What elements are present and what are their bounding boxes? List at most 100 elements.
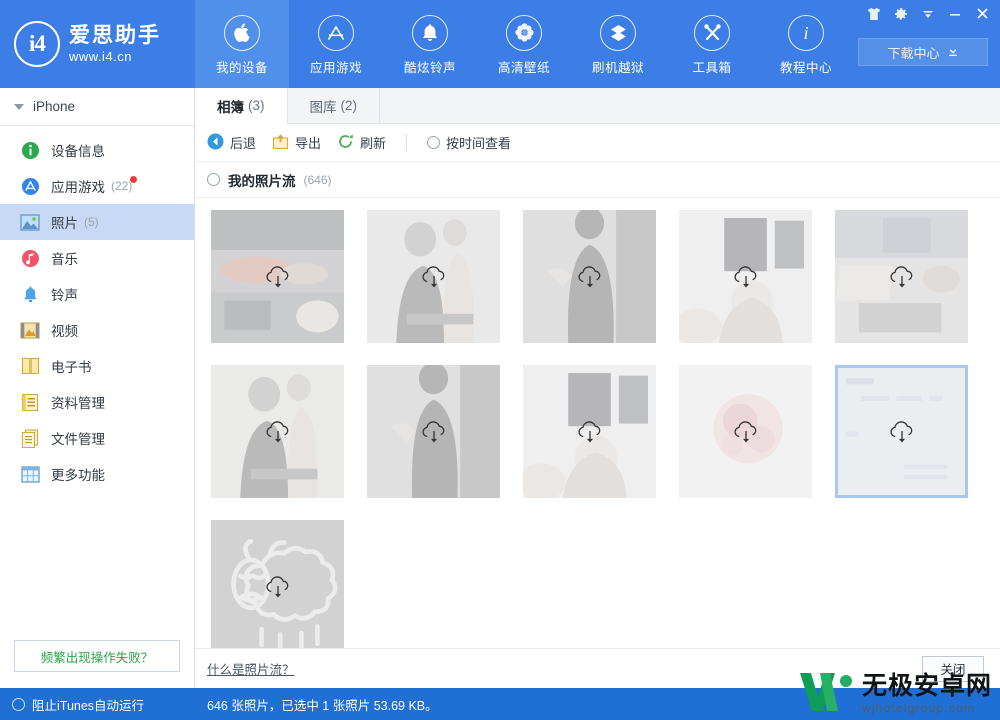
tab-gallery[interactable]: 图库 (2) <box>288 88 380 123</box>
close-button[interactable]: 关闭 <box>922 655 984 682</box>
album-count: (646) <box>303 172 332 187</box>
sidebar-count: (5) <box>84 215 99 229</box>
sidebar-label: 应用游戏 <box>51 180 105 195</box>
gear-icon[interactable] <box>894 7 908 21</box>
video-film-icon <box>20 320 40 340</box>
nav-item-jailbreak[interactable]: 刷机越狱 <box>571 0 665 88</box>
export-button[interactable]: 导出 <box>272 133 321 153</box>
status-bar: 阻止iTunes自动运行 646 张照片，已选中 1 张照片 53.69 KB。 <box>0 688 1000 720</box>
flower-icon <box>506 14 542 51</box>
what-is-photostream-link[interactable]: 什么是照片流？ <box>207 659 295 678</box>
photo-grid <box>211 210 984 648</box>
info-icon: i <box>788 14 824 51</box>
nav-label: 刷机越狱 <box>591 60 644 75</box>
more-grid-icon <box>20 464 40 484</box>
sidebar-item-device-info[interactable]: 设备信息 <box>0 132 194 168</box>
album-name: 我的照片流 <box>228 173 296 189</box>
cloud-download-icon <box>887 419 917 445</box>
sidebar-item-apps-games[interactable]: 应用游戏 (22) <box>0 168 194 204</box>
tab-label: 相簿 <box>217 99 244 115</box>
sidebar-label: 电子书 <box>51 360 92 375</box>
book-icon <box>20 356 40 376</box>
album-radio-icon[interactable] <box>207 173 220 186</box>
sidebar-count: (22) <box>111 179 133 193</box>
cloud-download-icon <box>731 419 761 445</box>
nav-item-my-device[interactable]: 我的设备 <box>195 0 289 88</box>
nav-label: 酷炫铃声 <box>403 60 456 75</box>
export-icon <box>272 133 289 153</box>
sidebar-item-file-manage[interactable]: 文件管理 <box>0 420 194 456</box>
refresh-icon <box>337 133 354 153</box>
sidebar-item-ebook[interactable]: 电子书 <box>0 348 194 384</box>
cloud-download-icon <box>575 419 605 445</box>
photo-thumbnail[interactable] <box>523 210 656 343</box>
cloud-download-icon <box>263 574 293 600</box>
photo-thumbnail[interactable] <box>679 365 812 498</box>
info-circle-icon <box>20 140 40 160</box>
top-nav: 我的设备 应用游戏 酷炫铃声 高清壁纸 刷机越狱 工具箱 i 教程中心 <box>195 0 853 88</box>
cloud-download-icon <box>419 419 449 445</box>
photo-thumbnail[interactable] <box>835 210 968 343</box>
sidebar-item-ringtone[interactable]: 铃声 <box>0 276 194 312</box>
photo-icon <box>20 212 40 232</box>
minimize-icon[interactable] <box>948 7 962 21</box>
photo-thumbnail-selected[interactable] <box>835 365 968 498</box>
download-center-button[interactable]: 下载中心 <box>858 38 988 66</box>
cloud-download-icon <box>575 264 605 290</box>
cloud-download-icon <box>419 264 449 290</box>
bell-icon <box>412 14 448 51</box>
album-header[interactable]: 我的照片流 (646) <box>195 162 1000 198</box>
sidebar-label: 铃声 <box>51 288 78 303</box>
sidebar-item-photos[interactable]: 照片 (5) <box>0 204 194 240</box>
photo-thumbnail[interactable] <box>211 365 344 498</box>
brand-area: i4 爱思助手 www.i4.cn <box>0 0 195 88</box>
sidebar-item-video[interactable]: 视频 <box>0 312 194 348</box>
view-by-time-radio[interactable]: 按时间查看 <box>427 133 511 152</box>
nav-item-wallpapers[interactable]: 高清壁纸 <box>477 0 571 88</box>
sidebar-label: 设备信息 <box>51 144 105 159</box>
radio-circle-icon <box>427 136 441 149</box>
block-itunes-toggle[interactable]: 阻止iTunes自动运行 <box>0 695 195 714</box>
nav-item-toolbox[interactable]: 工具箱 <box>665 0 759 88</box>
back-label: 后退 <box>230 136 257 151</box>
download-arrow-icon <box>947 45 959 60</box>
download-center-label: 下载中心 <box>887 45 940 61</box>
tab-albums[interactable]: 相簿 (3) <box>195 88 288 124</box>
photo-thumbnail[interactable] <box>523 365 656 498</box>
block-itunes-label: 阻止iTunes自动运行 <box>32 698 145 713</box>
export-label: 导出 <box>295 136 322 151</box>
sidebar-list: 设备信息 应用游戏 (22) 照片 (5) 音乐 铃声 视频 电子书 资料管理 … <box>0 126 194 640</box>
sidebar-item-more[interactable]: 更多功能 <box>0 456 194 492</box>
nav-label: 工具箱 <box>692 60 732 75</box>
caret-down-icon <box>14 103 24 110</box>
nav-item-apps-games[interactable]: 应用游戏 <box>289 0 383 88</box>
tab-bar: 相簿 (3) 图库 (2) <box>195 88 1000 124</box>
appstore-icon <box>318 14 354 51</box>
back-button[interactable]: 后退 <box>207 133 256 153</box>
refresh-button[interactable]: 刷新 <box>337 133 386 153</box>
help-box-button[interactable]: 频繁出现操作失败？ <box>14 640 180 672</box>
toolbar: 后退 导出 刷新 按时间查看 <box>195 124 1000 162</box>
chevron-down-icon[interactable] <box>921 7 935 21</box>
photo-thumbnail[interactable] <box>211 520 344 648</box>
nav-label: 教程中心 <box>779 60 832 75</box>
toolbar-divider <box>406 134 408 151</box>
sidebar-label: 照片 <box>51 216 78 231</box>
nav-item-ringtones[interactable]: 酷炫铃声 <box>383 0 477 88</box>
shirt-icon[interactable] <box>867 7 881 21</box>
sidebar-label: 资料管理 <box>51 396 105 411</box>
photo-thumbnail[interactable] <box>367 365 500 498</box>
photo-thumbnail[interactable] <box>211 210 344 343</box>
sidebar-item-music[interactable]: 音乐 <box>0 240 194 276</box>
photo-thumbnail[interactable] <box>367 210 500 343</box>
sidebar-item-data-manage[interactable]: 资料管理 <box>0 384 194 420</box>
top-bar: i4 爱思助手 www.i4.cn 我的设备 应用游戏 酷炫铃声 高清壁纸 刷机… <box>0 0 1000 88</box>
close-icon[interactable] <box>975 6 990 21</box>
cloud-download-icon <box>263 419 293 445</box>
ringtone-bell-icon <box>20 284 40 304</box>
nav-item-tutorials[interactable]: i 教程中心 <box>759 0 853 88</box>
tab-count: (2) <box>340 98 358 113</box>
apple-icon <box>224 14 260 51</box>
photo-thumbnail[interactable] <box>679 210 812 343</box>
device-row[interactable]: iPhone <box>0 88 194 126</box>
